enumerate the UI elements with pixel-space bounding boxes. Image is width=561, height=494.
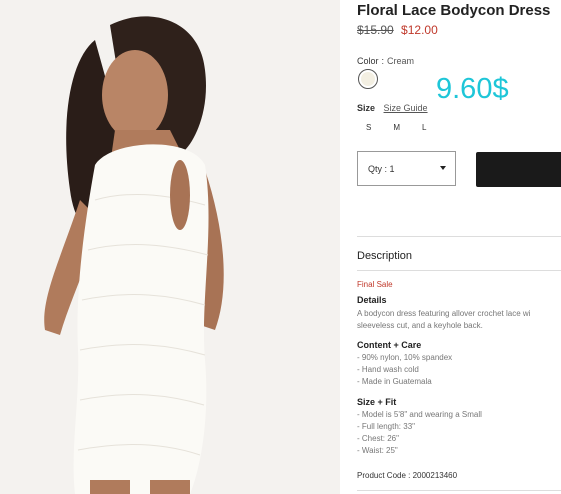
sale-price: $12.00 xyxy=(401,23,438,37)
final-sale-note: Final Sale xyxy=(357,280,393,289)
color-separator: : xyxy=(381,56,385,66)
size-options: SML xyxy=(366,123,448,132)
content-care-item: - 90% nylon, 10% spandex xyxy=(357,353,453,362)
product-photo xyxy=(0,0,340,494)
content-care-heading: Content + Care xyxy=(357,340,422,350)
model-illustration xyxy=(0,0,340,494)
quantity-label: Qty : 1 xyxy=(368,164,395,174)
size-fit-item: - Model is 5'8" and wearing a Small xyxy=(357,410,482,419)
color-row: Color: Cream xyxy=(357,56,414,66)
size-fit-list: - Model is 5'8" and wearing a Small - Fu… xyxy=(357,409,482,457)
content-care-item: - Made in Guatemala xyxy=(357,377,432,386)
size-option-l[interactable]: L xyxy=(422,123,426,132)
content-care-list: - 90% nylon, 10% spandex - Hand wash col… xyxy=(357,352,452,388)
size-fit-item: - Waist: 25" xyxy=(357,446,398,455)
product-title: Floral Lace Bodycon Dress xyxy=(357,2,551,19)
price-row: $15.90 $12.00 xyxy=(357,23,438,37)
add-to-bag-button[interactable] xyxy=(476,152,561,187)
description-heading[interactable]: Description xyxy=(357,250,412,262)
product-code: Product Code : 2000213460 xyxy=(357,471,458,480)
size-option-m[interactable]: M xyxy=(393,123,400,132)
size-fit-heading: Size + Fit xyxy=(357,397,397,407)
details-text: A bodycon dress featuring allover croche… xyxy=(357,308,530,332)
quantity-select[interactable]: Qty : 1 xyxy=(357,151,456,186)
size-row: Size Size Guide xyxy=(357,103,428,113)
divider xyxy=(357,236,561,237)
color-swatch-cream[interactable] xyxy=(358,69,378,89)
product-info-panel: Floral Lace Bodycon Dress $15.90 $12.00 … xyxy=(357,0,561,494)
divider xyxy=(357,270,561,271)
content-care-item: - Hand wash cold xyxy=(357,365,419,374)
size-fit-item: - Full length: 33" xyxy=(357,422,415,431)
original-price: $15.90 xyxy=(357,23,394,37)
details-line: sleeveless cut, and a keyhole back. xyxy=(357,321,483,330)
size-label: Size xyxy=(357,103,376,113)
size-guide-link[interactable]: Size Guide xyxy=(384,103,428,113)
details-heading: Details xyxy=(357,295,387,305)
size-option-s[interactable]: S xyxy=(366,123,371,132)
size-fit-item: - Chest: 26" xyxy=(357,434,399,443)
divider xyxy=(357,490,561,491)
details-line: A bodycon dress featuring allover croche… xyxy=(357,309,531,318)
color-label: Color xyxy=(357,56,379,66)
overlay-price: 9.60$ xyxy=(436,73,509,105)
chevron-down-icon xyxy=(440,166,446,170)
color-value: Cream xyxy=(387,56,415,66)
